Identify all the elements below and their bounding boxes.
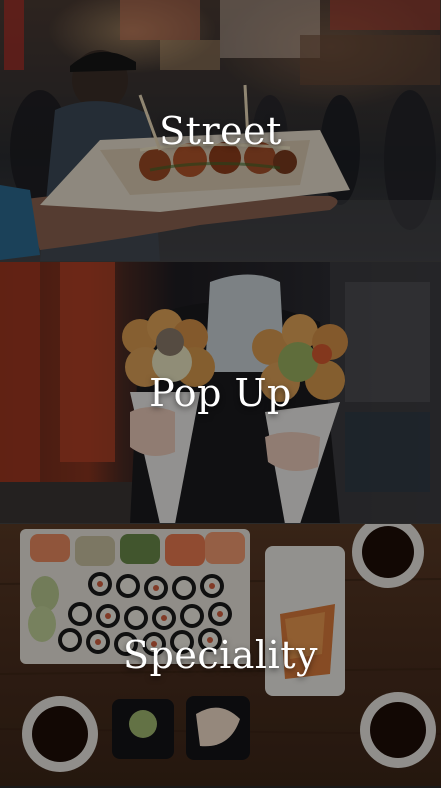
category-label-street: Street <box>159 108 282 153</box>
category-pop-up[interactable]: Pop Up <box>0 262 441 524</box>
category-label-speciality: Speciality <box>123 633 318 677</box>
category-label-pop-up: Pop Up <box>149 370 292 415</box>
category-street[interactable]: Street <box>0 0 441 262</box>
category-list: Street Pop Up Speciality <box>0 0 441 788</box>
category-speciality[interactable]: Speciality <box>0 524 441 786</box>
